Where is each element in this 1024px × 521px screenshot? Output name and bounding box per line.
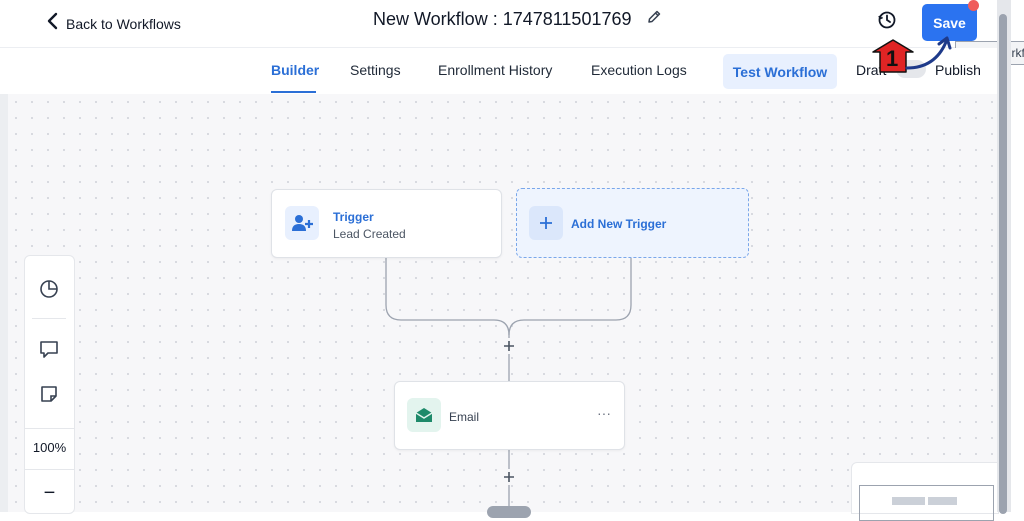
annotation-arrow (872, 36, 952, 73)
annotation-step-number: 1 (886, 46, 899, 71)
